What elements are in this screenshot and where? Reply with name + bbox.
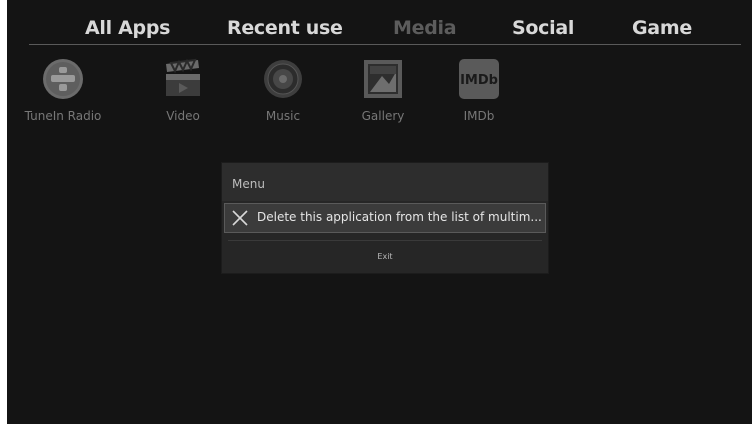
imdb-icon: IMDb: [458, 58, 500, 100]
tab-all-apps[interactable]: All Apps: [85, 17, 170, 39]
dialog-title: Menu: [232, 177, 265, 191]
app-gallery[interactable]: Gallery: [343, 58, 423, 128]
divider: [228, 240, 542, 241]
clapperboard-icon: [162, 58, 204, 100]
dialog-title-bar: [222, 163, 548, 201]
exit-button[interactable]: Exit: [222, 243, 548, 271]
app-label: Gallery: [361, 109, 405, 123]
tab-social[interactable]: Social: [512, 17, 574, 39]
tab-recent-use[interactable]: Recent use: [227, 17, 343, 39]
app-label: IMDb: [463, 109, 495, 123]
app-video[interactable]: Video: [143, 58, 223, 128]
picture-icon: [362, 58, 404, 100]
app-tunein-radio[interactable]: TuneIn Radio: [23, 58, 103, 128]
tab-game[interactable]: Game: [632, 17, 692, 39]
tunein-radio-icon: [42, 58, 84, 100]
app-music[interactable]: Music: [243, 58, 323, 128]
tab-media[interactable]: Media: [393, 17, 457, 39]
close-icon: [231, 209, 249, 227]
app-label: TuneIn Radio: [24, 109, 102, 123]
app-imdb[interactable]: IMDb IMDb: [439, 58, 519, 128]
imdb-icon-text: IMDb: [460, 73, 498, 88]
delete-application-menu-item[interactable]: Delete this application from the list of…: [224, 203, 546, 233]
menu-item-label: Delete this application from the list of…: [257, 210, 542, 224]
category-tabs: All Apps Recent use Media Social Game: [29, 0, 741, 45]
speaker-icon: [262, 58, 304, 100]
app-label: Video: [166, 109, 200, 123]
app-label: Music: [265, 109, 301, 123]
launcher-screen: All Apps Recent use Media Social Game Tu…: [7, 0, 752, 424]
menu-dialog: Menu Delete this application from the li…: [222, 163, 548, 273]
